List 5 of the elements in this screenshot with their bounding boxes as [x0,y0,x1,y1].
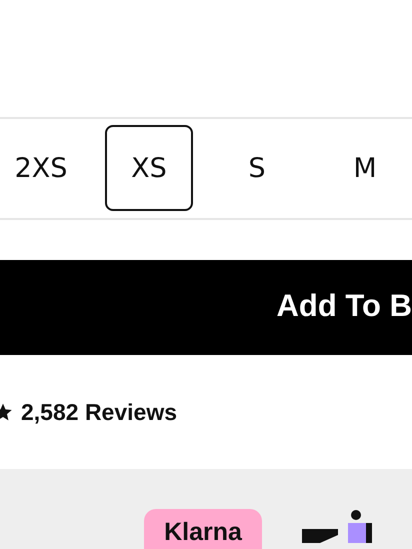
size-option[interactable]: XS [105,125,193,212]
reviews-count: 2,582 Reviews [21,398,178,426]
klarna-badge: Klarna [144,509,262,549]
add-to-bag-button[interactable]: Add To B [0,260,412,356]
zip-logo [302,509,372,544]
